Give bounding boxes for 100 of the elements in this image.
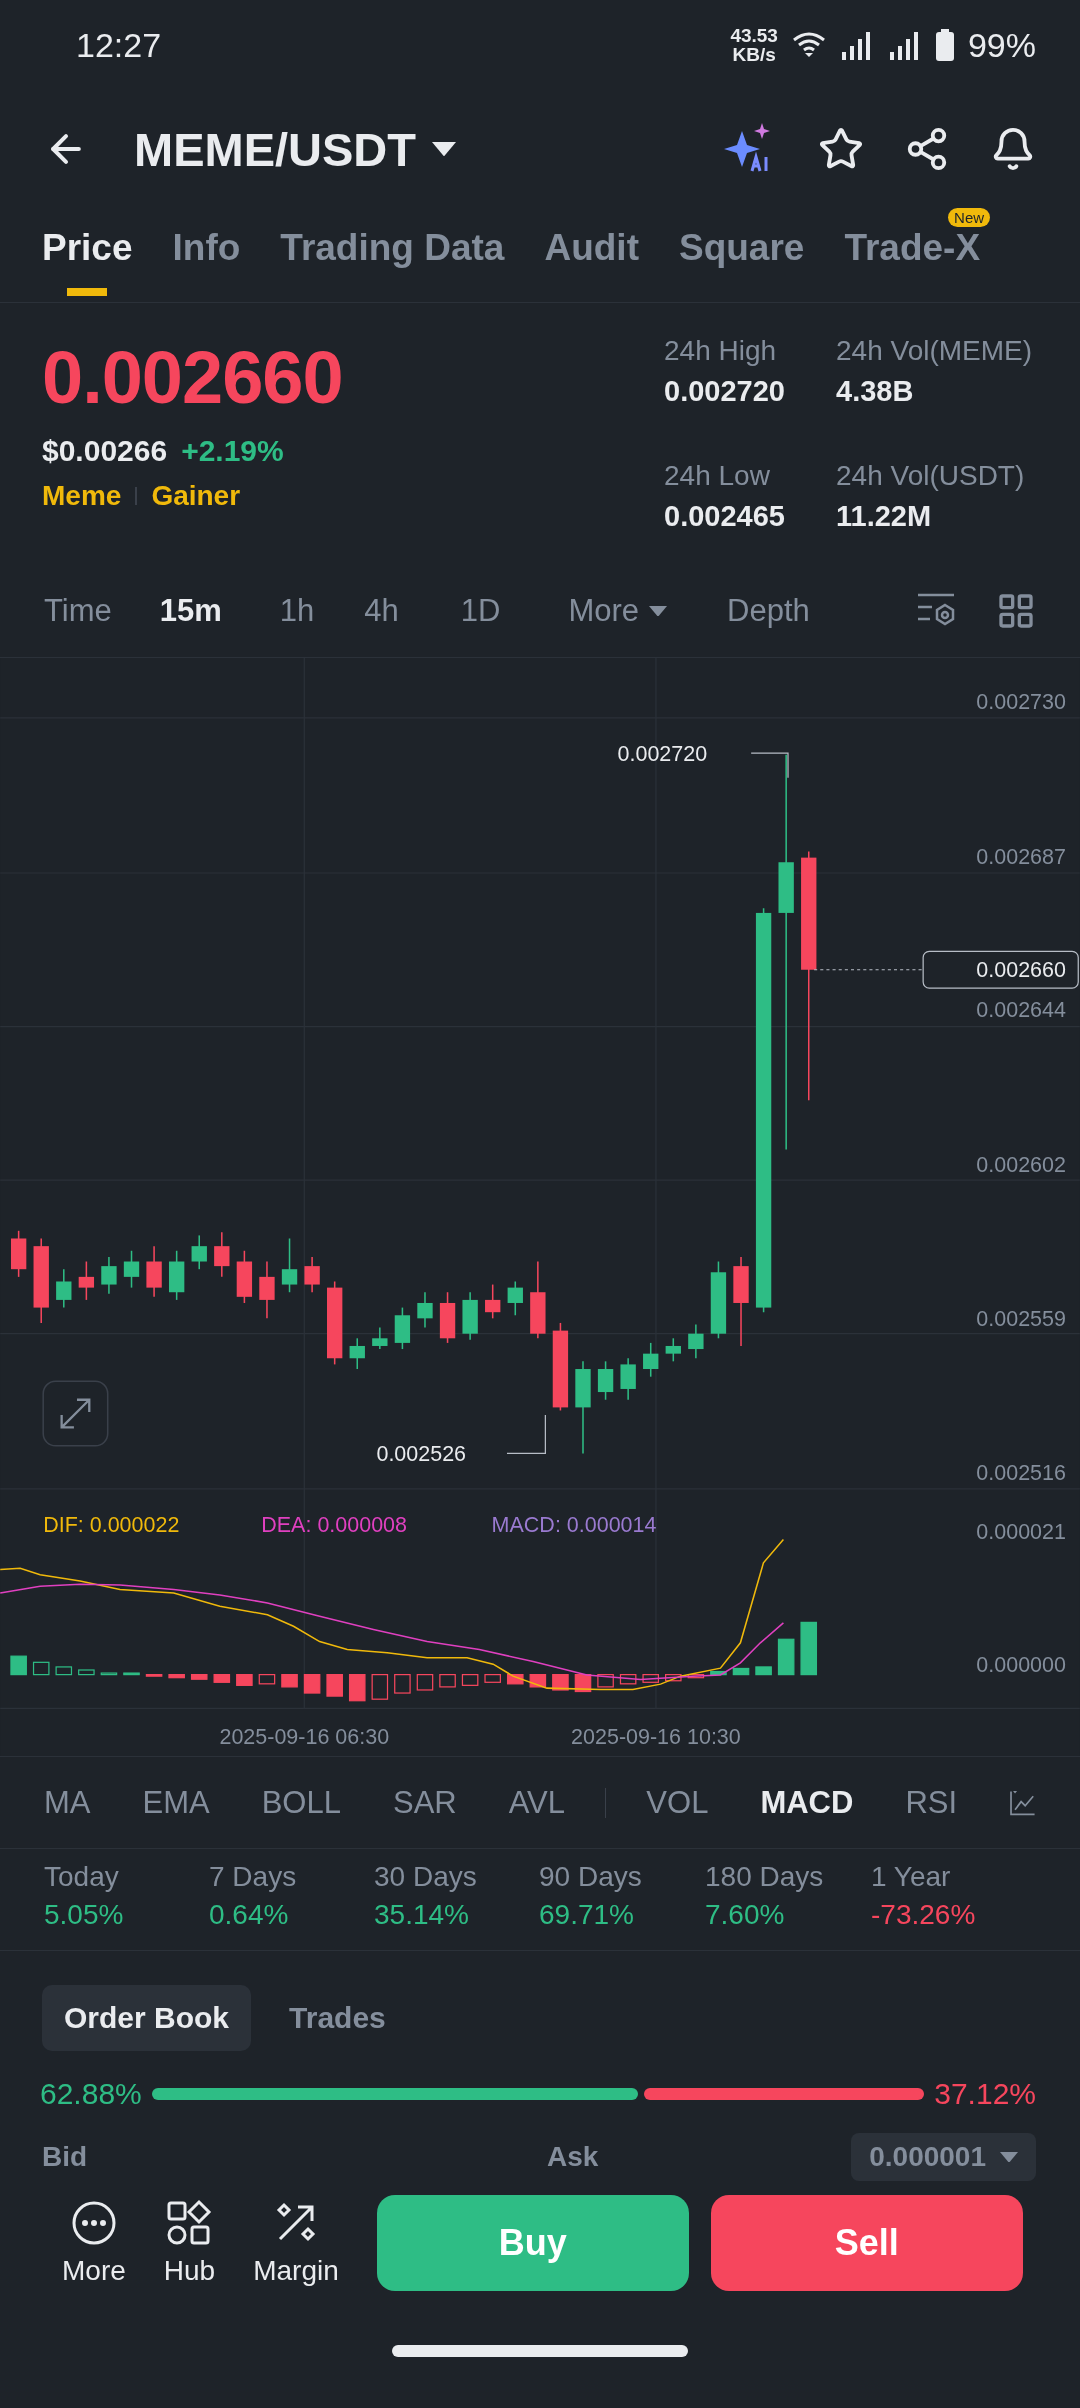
tag-link[interactable]: Meme bbox=[42, 480, 122, 512]
ask-percent: 37.12% bbox=[934, 2077, 1036, 2111]
indicator-tab[interactable]: MA bbox=[44, 1784, 91, 1821]
macd-bar bbox=[371, 1674, 389, 1700]
time-axis-label: 2025-09-16 06:30 bbox=[219, 1724, 390, 1749]
stat-label: 24h Low bbox=[664, 460, 771, 492]
price-axis-label: 0.002644 bbox=[976, 998, 1066, 1023]
candle bbox=[507, 1280, 523, 1317]
macd-bar bbox=[123, 1672, 140, 1676]
candle bbox=[439, 1291, 456, 1344]
candle bbox=[643, 1342, 659, 1378]
expand-button[interactable] bbox=[42, 1380, 109, 1447]
wifi-icon bbox=[791, 31, 826, 59]
interval-tab[interactable]: 4h bbox=[364, 593, 399, 629]
tag-link[interactable]: Gainer bbox=[151, 480, 241, 512]
macd-bar bbox=[416, 1674, 434, 1691]
interval-tab[interactable]: More bbox=[568, 593, 668, 629]
macd-axis-label: 0.000000 bbox=[976, 1652, 1066, 1677]
action-label[interactable]: Margin bbox=[253, 2255, 339, 2287]
indicator-tab[interactable]: SAR bbox=[392, 1784, 457, 1821]
order-book-tab[interactable]: Trades bbox=[267, 1985, 408, 2051]
chart-settings-icon[interactable] bbox=[916, 591, 956, 627]
macd-bar bbox=[168, 1674, 185, 1679]
interval-tab[interactable]: 1h bbox=[279, 593, 315, 629]
tab[interactable]: Info bbox=[172, 228, 241, 268]
current-price-label: 0.002660 bbox=[922, 950, 1079, 989]
interval-tab[interactable]: 15m bbox=[159, 593, 222, 629]
period-change: 5.05% bbox=[44, 1899, 125, 1931]
candle bbox=[78, 1260, 95, 1301]
macd-bar bbox=[507, 1674, 524, 1685]
candle bbox=[169, 1250, 185, 1301]
candle bbox=[372, 1326, 388, 1350]
macd-bar bbox=[281, 1674, 298, 1688]
macd-bar bbox=[326, 1674, 343, 1697]
candle bbox=[462, 1291, 478, 1341]
new-badge: New bbox=[948, 208, 991, 227]
interval-tab[interactable]: Time bbox=[44, 593, 112, 629]
indicator-tab[interactable]: VOL bbox=[646, 1784, 709, 1821]
tab[interactable]: Square bbox=[678, 228, 805, 268]
indicator-tab[interactable]: EMA bbox=[142, 1784, 210, 1821]
candle bbox=[10, 1230, 27, 1278]
status-time: 12:27 bbox=[76, 25, 162, 65]
macd-bar bbox=[32, 1661, 50, 1676]
tab[interactable]: Audit bbox=[544, 228, 639, 268]
candle bbox=[665, 1337, 681, 1363]
leader-line bbox=[506, 1414, 546, 1455]
macd-bar bbox=[190, 1674, 208, 1680]
high-price-marker: 0.002720 bbox=[617, 741, 708, 766]
precision-dropdown[interactable]: 0.000001 bbox=[851, 2133, 1036, 2181]
stat-value: 0.002720 bbox=[664, 375, 786, 408]
macd-bar bbox=[597, 1674, 614, 1688]
indicator-tab[interactable]: AVL bbox=[508, 1784, 565, 1821]
macd-bar bbox=[145, 1674, 163, 1677]
indicator-tab[interactable]: MACD bbox=[760, 1784, 854, 1821]
action-label[interactable]: More bbox=[62, 2255, 126, 2287]
period-label: Today bbox=[44, 1861, 120, 1893]
interval-tab[interactable]: 1D bbox=[460, 593, 501, 629]
macd-bar bbox=[236, 1674, 253, 1686]
buy-button[interactable]: Buy bbox=[376, 2195, 689, 2291]
macd-bar bbox=[213, 1674, 231, 1683]
shapes-icon bbox=[165, 2199, 214, 2247]
price-axis-label: 0.002730 bbox=[976, 689, 1066, 714]
price-axis-label: 0.002516 bbox=[976, 1460, 1066, 1485]
macd-bar bbox=[800, 1621, 818, 1676]
macd-bar bbox=[732, 1667, 750, 1676]
macd-bar bbox=[710, 1670, 727, 1676]
macd-bar bbox=[55, 1666, 73, 1676]
indicator-tab[interactable]: BOLL bbox=[261, 1784, 341, 1821]
macd-bar bbox=[303, 1674, 321, 1694]
grid-icon[interactable] bbox=[996, 591, 1036, 631]
candle bbox=[56, 1268, 72, 1309]
indicator-tab[interactable]: RSI bbox=[905, 1784, 958, 1821]
interval-tab[interactable]: Depth bbox=[727, 593, 810, 629]
action-label[interactable]: Hub bbox=[163, 2255, 216, 2287]
stat-label: 24h Vol(MEME) bbox=[836, 335, 1034, 367]
macd-bar bbox=[78, 1669, 95, 1676]
period-label: 180 Days bbox=[705, 1861, 825, 1893]
macd-bar bbox=[777, 1638, 795, 1676]
macd-bar bbox=[665, 1674, 682, 1682]
tab[interactable]: Trade-X bbox=[844, 228, 981, 268]
candle bbox=[146, 1245, 162, 1298]
candle bbox=[259, 1260, 275, 1320]
price-change: +2.19% bbox=[181, 434, 284, 468]
tab[interactable]: Price bbox=[42, 228, 133, 268]
tab-indicator bbox=[67, 288, 108, 296]
sell-button[interactable]: Sell bbox=[710, 2195, 1023, 2291]
candle bbox=[101, 1256, 117, 1295]
macd-bar bbox=[461, 1674, 479, 1686]
stat-value: 11.22M bbox=[836, 500, 933, 533]
period-change: 35.14% bbox=[374, 1899, 470, 1931]
pair-title[interactable]: MEME/USDT bbox=[134, 121, 416, 177]
candle bbox=[191, 1234, 207, 1270]
macd-axis-label: 0.000021 bbox=[976, 1520, 1066, 1545]
macd-bar bbox=[484, 1674, 501, 1683]
candle bbox=[688, 1323, 704, 1360]
tab[interactable]: Trading Data bbox=[280, 228, 505, 268]
order-book-tab[interactable]: Order Book bbox=[42, 1985, 252, 2051]
period-change: 69.71% bbox=[539, 1899, 635, 1931]
bid-percent: 62.88% bbox=[40, 2077, 142, 2111]
stat-label: 24h Vol(USDT) bbox=[836, 460, 1026, 492]
